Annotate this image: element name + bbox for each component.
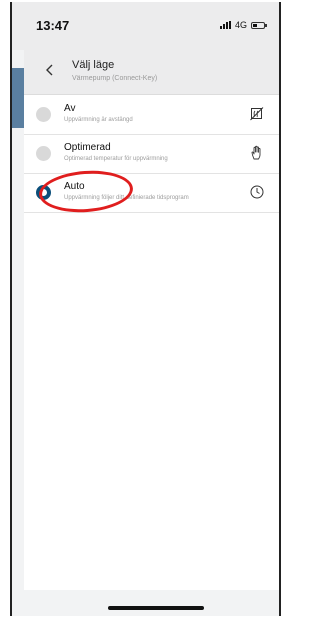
screenshot-border — [10, 2, 281, 616]
screenshot-frame: 13:47 4G Välj läge Värmepump (Connect-Ke… — [0, 0, 289, 618]
